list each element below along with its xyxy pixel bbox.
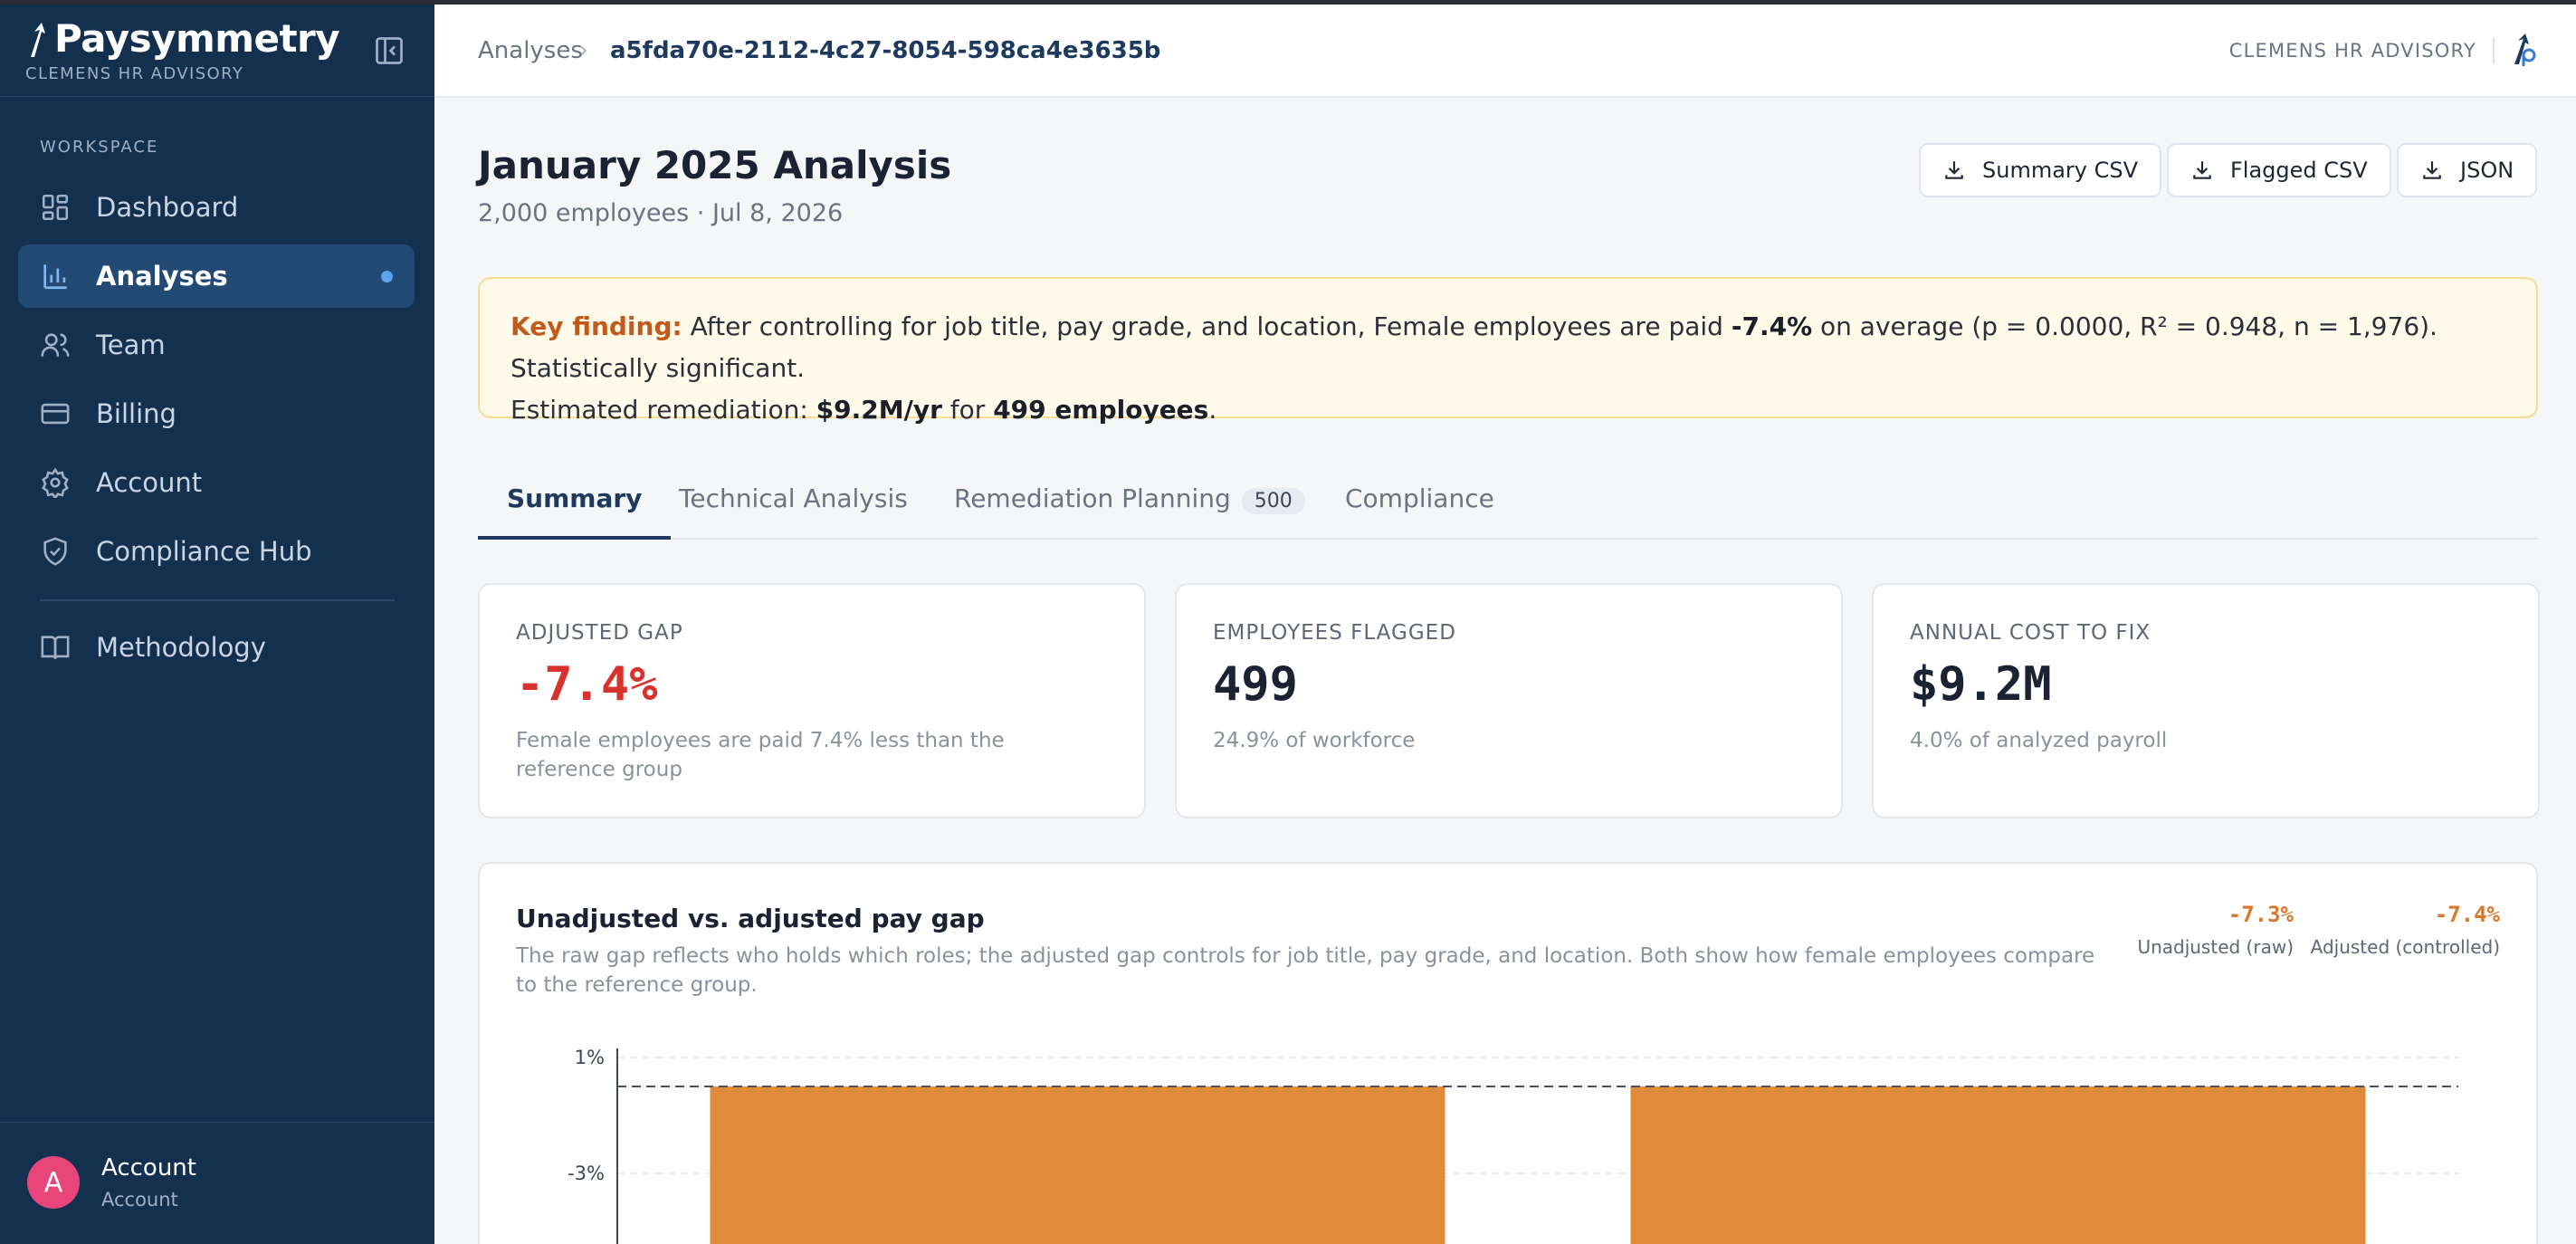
- sidebar-item-label: Analyses: [96, 261, 228, 292]
- top-header: Analyses › a5fda70e-2112-4c27-8054-598ca…: [434, 5, 2576, 98]
- brand-logo-icon: [31, 23, 45, 57]
- stat-card-adjusted-gap: ADJUSTED GAP -7.4% Female employees are …: [478, 583, 1146, 818]
- collapse-sidebar-icon[interactable]: [373, 34, 405, 67]
- card-note: Female employees are paid 7.4% less than…: [516, 729, 1005, 781]
- workspace-label: WORKSPACE: [40, 138, 159, 157]
- chart-bar: [1630, 1086, 2366, 1244]
- pay-gap-chart-card: Unadjusted vs. adjusted pay gap The raw …: [478, 862, 2538, 1244]
- shield-check-icon: [43, 537, 67, 566]
- card-label: EMPLOYEES FLAGGED: [1213, 621, 1456, 645]
- chevron-right-icon: ›: [579, 37, 588, 62]
- sidebar-item-label: Account: [96, 467, 203, 498]
- avatar[interactable]: A: [27, 1156, 80, 1209]
- tab-compliance[interactable]: Compliance: [1345, 483, 1494, 540]
- card-note: 24.9% of workforce: [1213, 729, 1416, 752]
- page-title: January 2025 Analysis: [478, 143, 952, 187]
- account-subtitle: Account: [101, 1189, 178, 1211]
- card-value: -7.4%: [516, 657, 658, 712]
- org-logo-icon[interactable]: [2507, 32, 2540, 68]
- download-icon: [2193, 161, 2211, 179]
- active-indicator: [381, 271, 393, 282]
- key-finding-banner: Key finding: After controlling for job t…: [478, 277, 2538, 425]
- dashboard-icon: [42, 194, 69, 221]
- finding-text: Estimated remediation:: [510, 395, 816, 425]
- sidebar-item-account[interactable]: Account: [18, 451, 415, 514]
- download-icon: [2423, 161, 2441, 179]
- divider: [0, 96, 434, 97]
- finding-cost: $9.2M/yr: [816, 395, 942, 425]
- tab-summary[interactable]: Summary: [478, 483, 672, 540]
- sidebar-item-label: Billing: [96, 398, 177, 429]
- sidebar-item-label: Methodology: [96, 632, 266, 663]
- sidebar: Paysymmetry CLEMENS HR ADVISORY WORKSPAC…: [0, 0, 434, 1244]
- brand[interactable]: Paysymmetry CLEMENS HR ADVISORY: [25, 16, 340, 83]
- finding-gap: -7.4%: [1731, 311, 1813, 341]
- y-tick-label: -3%: [568, 1163, 605, 1184]
- credit-card-icon: [41, 403, 70, 425]
- gear-icon: [42, 467, 69, 498]
- card-value: 499: [1213, 657, 1298, 712]
- finding-text: for: [941, 395, 994, 425]
- sidebar-item-compliance-hub[interactable]: Compliance Hub: [18, 520, 415, 583]
- org-name: CLEMENS HR ADVISORY: [2228, 40, 2476, 62]
- chart-bar: [710, 1086, 1445, 1244]
- sidebar-item-methodology[interactable]: Methodology: [18, 616, 415, 679]
- summary-csv-label: Summary CSV: [1982, 158, 2139, 183]
- tab-remediation-planning[interactable]: Remediation Planning 500: [954, 483, 1305, 540]
- finding-text: After controlling for job title, pay gra…: [682, 311, 1732, 341]
- count-badge: 500: [1241, 488, 1305, 514]
- tab-technical-analysis[interactable]: Technical Analysis: [679, 483, 908, 540]
- summary-csv-button[interactable]: Summary CSV: [1919, 143, 2162, 197]
- card-value: $9.2M: [1910, 657, 2052, 712]
- finding-text: .: [1208, 395, 1217, 425]
- sidebar-item-label: Compliance Hub: [96, 536, 312, 567]
- key-finding-label: Key finding:: [510, 311, 682, 341]
- brand-name-text: Paysymmetry: [54, 16, 340, 61]
- flagged-csv-label: Flagged CSV: [2230, 158, 2368, 183]
- book-icon: [41, 636, 70, 659]
- brand-org: CLEMENS HR ADVISORY: [25, 64, 244, 83]
- download-icon: [1945, 161, 1963, 179]
- tab-bar: Summary Technical Analysis Remediation P…: [478, 473, 2538, 540]
- pay-gap-bar-chart: 1% -3%: [568, 1047, 2458, 1244]
- account-name[interactable]: Account: [101, 1154, 196, 1182]
- sidebar-item-analyses[interactable]: Analyses: [18, 244, 415, 308]
- brand-name: Paysymmetry: [25, 16, 340, 61]
- divider: [2493, 37, 2495, 64]
- tab-label: Remediation Planning: [954, 483, 1231, 513]
- json-button[interactable]: JSON: [2397, 143, 2538, 197]
- card-note: 4.0% of analyzed payroll: [1910, 729, 2168, 752]
- sidebar-item-label: Dashboard: [96, 192, 239, 223]
- breadcrumb-current: a5fda70e-2112-4c27-8054-598ca4e3635b: [610, 37, 1161, 64]
- flagged-csv-button[interactable]: Flagged CSV: [2167, 143, 2391, 197]
- users-icon: [41, 333, 70, 357]
- page-subtitle: 2,000 employees · Jul 8, 2026: [478, 199, 844, 227]
- divider: [40, 599, 395, 601]
- stat-card-annual-cost: ANNUAL COST TO FIX $9.2M 4.0% of analyze…: [1872, 583, 2540, 818]
- json-label: JSON: [2460, 158, 2514, 183]
- sidebar-item-label: Team: [96, 330, 166, 360]
- divider: [0, 1122, 434, 1123]
- sidebar-item-team[interactable]: Team: [18, 313, 415, 377]
- breadcrumb-analyses[interactable]: Analyses: [478, 37, 583, 64]
- stat-card-employees-flagged: EMPLOYEES FLAGGED 499 24.9% of workforce: [1175, 583, 1843, 818]
- card-label: ADJUSTED GAP: [516, 621, 683, 645]
- y-tick-label: 1%: [575, 1047, 605, 1068]
- sidebar-item-dashboard[interactable]: Dashboard: [18, 176, 415, 239]
- finding-count: 499 employees: [993, 395, 1209, 425]
- bar-chart-icon: [43, 264, 67, 290]
- card-label: ANNUAL COST TO FIX: [1910, 621, 2151, 645]
- sidebar-item-billing[interactable]: Billing: [18, 382, 415, 445]
